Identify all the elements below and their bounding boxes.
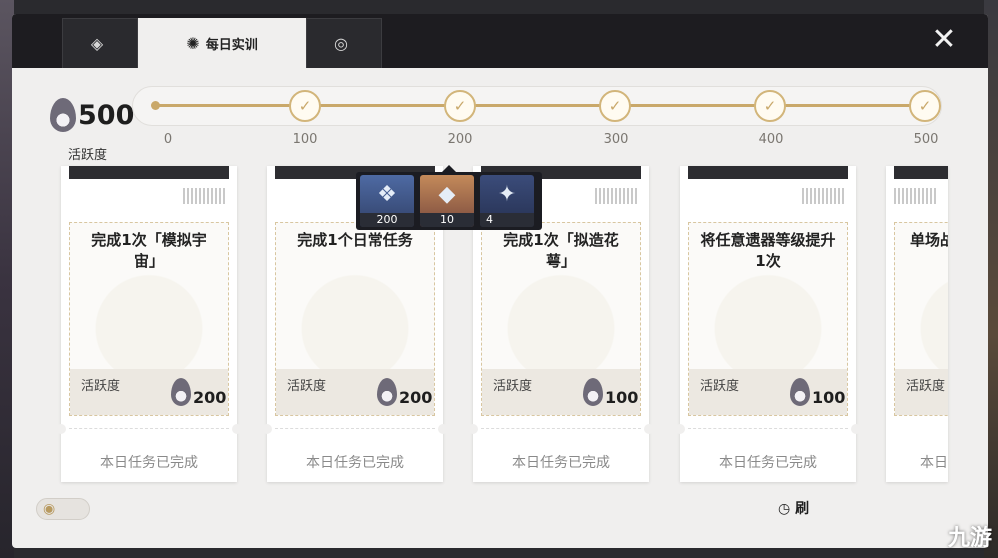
card-top-strip xyxy=(894,166,948,179)
activity-icon xyxy=(171,378,191,406)
task-status: 本日任务已完成 xyxy=(512,455,610,471)
task-card[interactable]: 完成1次「模拟宇宙」 活跃度 200 本日任务已完成 xyxy=(56,166,242,482)
activity-label: 活跃度 xyxy=(68,148,108,163)
card-divider xyxy=(275,428,435,429)
milestone-label: 200 xyxy=(447,132,473,147)
reward-value: 100 xyxy=(605,388,639,407)
refresh-label: 刷 xyxy=(795,501,810,517)
crystal-icon: ◆ xyxy=(438,181,456,207)
task-status: 本日 xyxy=(920,455,948,471)
barcode-icon xyxy=(595,188,639,204)
card-divider xyxy=(481,428,641,429)
task-title: 单场战3种不 xyxy=(910,231,948,249)
milestone-label: 300 xyxy=(603,132,629,147)
progress-line xyxy=(155,104,927,107)
card-notch xyxy=(262,424,272,434)
milestone-label: 100 xyxy=(292,132,318,147)
reward-count: 200 xyxy=(360,213,414,227)
activity-icon xyxy=(50,98,76,132)
reward-label: 活跃度 xyxy=(906,379,946,394)
tab-bar: ◈ ✺ 每日实训 ◎ ✕ xyxy=(12,14,988,68)
activity-value: 500 xyxy=(78,100,135,131)
pass-toggle[interactable]: ◉ xyxy=(36,498,90,520)
watermark: 九游 xyxy=(947,526,992,551)
task-title: 将任意遗器等级提升1次 xyxy=(700,231,836,270)
credits-icon: ❖ xyxy=(377,181,397,207)
tab-guide[interactable]: ◈ xyxy=(62,18,138,68)
card-notch xyxy=(438,424,448,434)
milestone-100-check-icon[interactable]: ✓ xyxy=(289,90,321,122)
diamond-icon: ◈ xyxy=(90,34,104,53)
tab-daily-training[interactable]: ✺ 每日实训 xyxy=(138,18,306,68)
card-notch xyxy=(56,424,66,434)
reward-item[interactable]: ❖ 200 xyxy=(360,175,414,227)
reward-value: 200 xyxy=(193,388,227,407)
milestone-label: 500 xyxy=(913,132,939,147)
reward-value: 200 xyxy=(399,388,433,407)
card-divider xyxy=(69,428,229,429)
card-top-strip xyxy=(69,166,229,179)
milestone-500-check-icon[interactable]: ✓ xyxy=(909,90,941,122)
reward-item[interactable]: ◆ 10 xyxy=(420,175,474,227)
task-title: 完成1次「模拟宇宙」 xyxy=(91,231,207,270)
reward-label: 活跃度 xyxy=(81,379,121,394)
milestone-200-check-icon[interactable]: ✓ xyxy=(444,90,476,122)
task-status: 本日任务已完成 xyxy=(306,455,404,471)
reward-item[interactable]: ✦ 4 xyxy=(480,175,534,227)
card-divider xyxy=(688,428,848,429)
tab-daily-training-label: 每日实训 xyxy=(205,37,258,53)
milestone-label: 0 xyxy=(163,132,173,147)
task-status: 本日任务已完成 xyxy=(100,455,198,471)
tab-target[interactable]: ◎ xyxy=(306,18,382,68)
reward-popup: ❖ 200 ◆ 10 ✦ 4 xyxy=(356,165,542,230)
card-notch xyxy=(468,424,478,434)
card-notch xyxy=(851,424,861,434)
progress-start-dot xyxy=(151,101,160,110)
activity-icon xyxy=(377,378,397,406)
task-title: 完成1次「拟造花萼」 xyxy=(503,231,619,270)
card-notch xyxy=(644,424,654,434)
card-notch xyxy=(675,424,685,434)
barcode-icon xyxy=(894,188,938,204)
target-icon: ◎ xyxy=(334,34,348,53)
reward-count: 10 xyxy=(420,213,474,227)
reward-label: 活跃度 xyxy=(287,379,327,394)
activity-icon xyxy=(790,378,810,406)
milestone-400-check-icon[interactable]: ✓ xyxy=(754,90,786,122)
crystal-shards-icon: ✦ xyxy=(497,181,517,207)
barcode-icon xyxy=(183,188,227,204)
milestone-300-check-icon[interactable]: ✓ xyxy=(599,90,631,122)
task-title: 完成1个日常任务 xyxy=(297,231,413,249)
compass-icon: ✺ xyxy=(186,33,200,53)
task-card[interactable]: 将任意遗器等级提升1次 活跃度 100 本日任务已完成 xyxy=(675,166,861,482)
refresh-timer: ◷ 刷 xyxy=(778,498,809,518)
reward-value: 100 xyxy=(812,388,846,407)
task-status: 本日任务已完成 xyxy=(719,455,817,471)
activity-icon xyxy=(583,378,603,406)
card-top-strip xyxy=(688,166,848,179)
reward-count: 4 xyxy=(480,213,534,227)
popup-caret xyxy=(442,165,456,172)
reward-label: 活跃度 xyxy=(493,379,533,394)
milestone-label: 400 xyxy=(758,132,784,147)
clock-icon: ◷ xyxy=(778,501,791,517)
reward-label: 活跃度 xyxy=(700,379,740,394)
ticket-icon: ◉ xyxy=(43,501,56,517)
task-card[interactable]: 单场战3种不 活跃度 本日 xyxy=(886,166,948,482)
barcode-icon xyxy=(802,188,846,204)
close-button[interactable]: ✕ xyxy=(928,24,960,56)
card-notch xyxy=(232,424,242,434)
